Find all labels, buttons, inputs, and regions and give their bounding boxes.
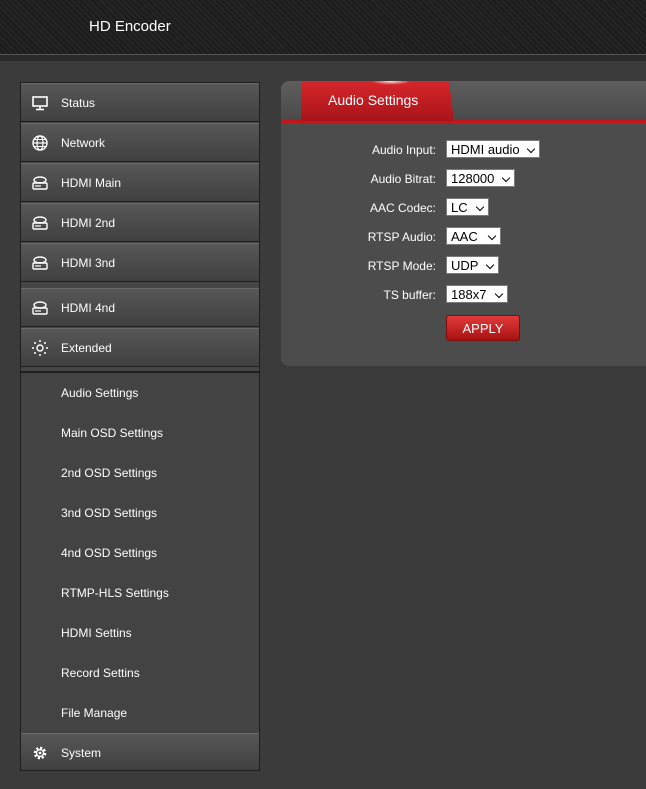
tab-audio-settings[interactable]: Audio Settings [301,81,454,121]
app-title: HD Encoder [89,18,171,35]
aac-codec-label: AAC Codec: [369,201,436,215]
sidebar-item-status[interactable]: Status [21,83,259,122]
sidebar-item-system[interactable]: System [21,733,259,771]
rtsp-audio-select[interactable]: AAC [446,227,501,245]
submenu-item-hdmi-settins[interactable]: HDMI Settins [21,613,259,653]
submenu-item-file-manage[interactable]: File Manage [21,693,259,733]
audio-input-label: Audio Input: [371,143,436,157]
sidebar-item-label: System [61,746,102,760]
tab-label: Audio Settings [328,92,419,108]
submenu-item-label: 2nd OSD Settings [61,466,158,480]
aac-codec-select[interactable]: LC [446,198,489,216]
tab-highlight [371,81,411,85]
sidebar-item-label: HDMI 3nd [61,256,116,270]
sidebar-item-label: Status [61,96,96,110]
audio-bitrate-select[interactable]: 128000 [446,169,515,187]
monitor-icon [31,94,49,112]
ts-buffer-value: 188x7 [451,287,487,302]
sidebar-item-label: HDMI 4nd [61,301,116,315]
globe-icon [31,134,49,152]
sidebar-item-hdmi-main[interactable]: HDMI Main [21,163,259,202]
header-divider [0,55,646,61]
submenu-item-label: 3nd OSD Settings [61,506,158,520]
sidebar: Status Network HDMI Main HDMI 2nd HDMI 3… [20,82,260,771]
submenu-item-label: 4nd OSD Settings [61,546,158,560]
submenu-item-label: File Manage [61,706,128,720]
sidebar-item-label: HDMI 2nd [61,216,116,230]
audio-bitrate-label: Audio Bitrat: [370,172,436,186]
ts-buffer-label: TS buffer: [383,288,436,302]
extended-submenu: Audio Settings Main OSD Settings 2nd OSD… [21,371,259,735]
rtsp-mode-label: RTSP Mode: [367,259,436,273]
submenu-item-4nd-osd-settings[interactable]: 4nd OSD Settings [21,533,259,573]
gear-icon [31,744,49,762]
chevron-down-icon [494,289,504,299]
sidebar-item-network[interactable]: Network [21,123,259,162]
sidebar-item-hdmi-4nd[interactable]: HDMI 4nd [21,288,259,327]
submenu-item-audio-settings[interactable]: Audio Settings [21,373,259,413]
sidebar-item-hdmi-2nd[interactable]: HDMI 2nd [21,203,259,242]
chevron-down-icon [501,173,511,183]
drive-icon [31,174,49,192]
submenu-item-label: HDMI Settins [61,626,132,640]
submenu-item-main-osd-settings[interactable]: Main OSD Settings [21,413,259,453]
sidebar-item-extended[interactable]: Extended [21,328,259,367]
aac-codec-value: LC [451,200,468,215]
submenu-item-rtmp-hls-settings[interactable]: RTMP-HLS Settings [21,573,259,613]
sidebar-item-label: Extended [61,341,112,355]
rtsp-audio-value: AAC [451,229,478,244]
submenu-item-label: Main OSD Settings [61,426,164,440]
chevron-down-icon [475,202,485,212]
sidebar-item-hdmi-3nd[interactable]: HDMI 3nd [21,243,259,282]
chevron-down-icon [487,231,497,241]
gear-dots-icon [31,339,49,357]
drive-icon [31,254,49,272]
sidebar-item-label: HDMI Main [61,176,122,190]
audio-input-select[interactable]: HDMI audio [446,140,540,158]
ts-buffer-select[interactable]: 188x7 [446,285,508,303]
audio-bitrate-value: 128000 [451,171,495,186]
submenu-item-record-settins[interactable]: Record Settins [21,653,259,693]
drive-icon [31,214,49,232]
rtsp-audio-label: RTSP Audio: [367,230,436,244]
submenu-item-label: Record Settins [61,666,140,680]
rtsp-mode-select[interactable]: UDP [446,256,499,274]
app-header: HD Encoder [0,0,646,55]
submenu-item-label: Audio Settings [61,386,139,400]
submenu-item-label: RTMP-HLS Settings [61,586,169,600]
drive-icon [31,299,49,317]
submenu-item-3nd-osd-settings[interactable]: 3nd OSD Settings [21,493,259,533]
chevron-down-icon [526,144,536,154]
submenu-item-2nd-osd-settings[interactable]: 2nd OSD Settings [21,453,259,493]
sidebar-item-label: Network [61,136,106,150]
rtsp-mode-value: UDP [451,258,479,273]
apply-button[interactable]: APPLY [446,315,520,341]
audio-input-value: HDMI audio [451,142,520,157]
chevron-down-icon [485,260,495,270]
